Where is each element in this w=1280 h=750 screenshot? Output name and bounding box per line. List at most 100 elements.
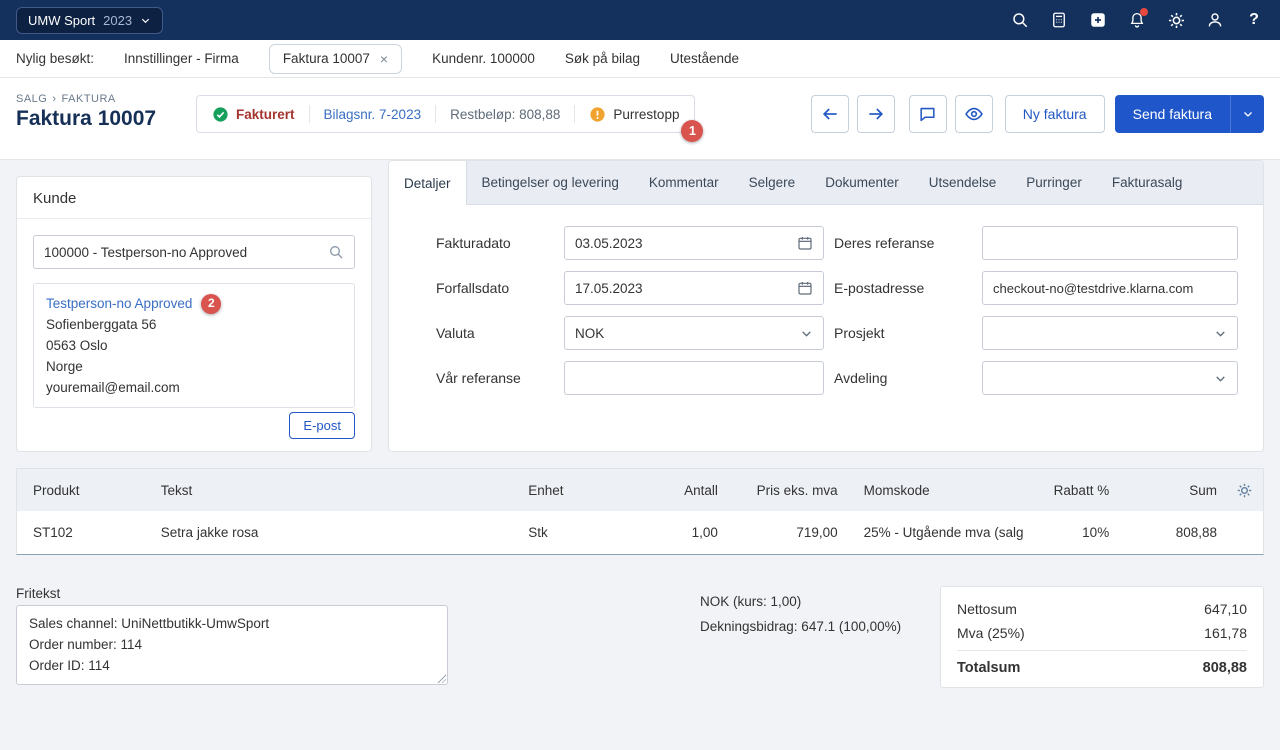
mva-row: Mva (25%) 161,78 bbox=[957, 621, 1247, 645]
previous-invoice-button[interactable] bbox=[811, 95, 849, 133]
totalsum-label: Totalsum bbox=[957, 660, 1020, 676]
tab-selgere[interactable]: Selgere bbox=[734, 161, 811, 204]
divider bbox=[435, 105, 436, 123]
comments-button[interactable] bbox=[909, 95, 947, 133]
calendar-icon[interactable] bbox=[797, 235, 813, 251]
recently-visited-label: Nylig besøkt: bbox=[16, 51, 94, 66]
recent-item-innstillinger-firma[interactable]: Innstillinger - Firma bbox=[124, 51, 239, 66]
col-header-pris-eks-mva: Pris eks. mva bbox=[736, 483, 856, 498]
send-invoice-split-button: Send faktura bbox=[1115, 95, 1264, 133]
tab-betingelser-og-levering[interactable]: Betingelser og levering bbox=[467, 161, 634, 204]
recent-item-utestaende[interactable]: Utestående bbox=[670, 51, 739, 66]
send-invoice-dropdown-button[interactable] bbox=[1230, 95, 1264, 133]
customer-search-input[interactable]: 100000 - Testperson-no Approved bbox=[33, 235, 355, 269]
customer-card: Kunde 100000 - Testperson-no Approved Te… bbox=[16, 176, 372, 452]
fiscal-year: 2023 bbox=[103, 13, 132, 28]
send-invoice-button[interactable]: Send faktura bbox=[1115, 95, 1230, 133]
help-icon[interactable]: ? bbox=[1244, 10, 1264, 30]
breadcrumb-salg[interactable]: SALG bbox=[16, 93, 47, 105]
email-button[interactable]: E-post bbox=[289, 412, 355, 439]
fritekst-label: Fritekst bbox=[16, 586, 60, 601]
warning-circle-icon bbox=[589, 106, 606, 123]
col-header-rabatt: Rabatt % bbox=[1035, 483, 1135, 498]
cell-enhet[interactable]: Stk bbox=[496, 525, 646, 540]
breadcrumb: SALG›FAKTURA bbox=[16, 93, 116, 105]
prosjekt-select[interactable] bbox=[982, 316, 1238, 350]
preview-button[interactable] bbox=[955, 95, 993, 133]
fakturadato-input[interactable]: 03.05.2023 bbox=[564, 226, 824, 260]
epostadresse-input[interactable]: checkout-no@testdrive.klarna.com bbox=[982, 271, 1238, 305]
cell-produkt[interactable]: ST102 bbox=[17, 525, 145, 540]
col-header-sum: Sum bbox=[1135, 483, 1225, 498]
currency-info: NOK (kurs: 1,00) Dekningsbidrag: 647.1 (… bbox=[700, 589, 901, 639]
tab-kommentar[interactable]: Kommentar bbox=[634, 161, 734, 204]
avdeling-select[interactable] bbox=[982, 361, 1238, 395]
valuta-select[interactable]: NOK bbox=[564, 316, 824, 350]
customer-address-line2: 0563 Oslo bbox=[46, 338, 108, 353]
epostadresse-label: E-postadresse bbox=[834, 280, 982, 296]
cell-rabatt[interactable]: 10% bbox=[1035, 525, 1135, 540]
prosjekt-label: Prosjekt bbox=[834, 325, 982, 341]
breadcrumb-faktura[interactable]: FAKTURA bbox=[62, 93, 116, 105]
tab-purringer[interactable]: Purringer bbox=[1011, 161, 1097, 204]
invoice-lines-table: Produkt Tekst Enhet Antall Pris eks. mva… bbox=[16, 468, 1264, 555]
cell-pris-eks-mva[interactable]: 719,00 bbox=[736, 525, 856, 540]
tab-dokumenter[interactable]: Dokumenter bbox=[810, 161, 914, 204]
nettosum-value: 647,10 bbox=[1204, 601, 1247, 617]
search-icon[interactable] bbox=[328, 244, 344, 260]
calendar-icon[interactable] bbox=[797, 280, 813, 296]
top-navigation-bar: UMW Sport 2023 ? bbox=[0, 0, 1280, 40]
fritekst-textarea[interactable]: Sales channel: UniNettbutikk-UmwSport Or… bbox=[16, 605, 448, 685]
arrow-left-icon bbox=[820, 104, 840, 124]
cell-antall[interactable]: 1,00 bbox=[646, 525, 736, 540]
totalsum-row: Totalsum 808,88 bbox=[957, 650, 1247, 680]
next-invoice-button[interactable] bbox=[857, 95, 895, 133]
tab-fakturasalg[interactable]: Fakturasalg bbox=[1097, 161, 1198, 204]
recent-tab-faktura-10007[interactable]: Faktura 10007 × bbox=[269, 44, 402, 74]
divider bbox=[574, 105, 575, 123]
var-referanse-input[interactable] bbox=[564, 361, 824, 395]
arrow-right-icon bbox=[866, 104, 886, 124]
cell-sum[interactable]: 808,88 bbox=[1135, 525, 1225, 540]
company-name: UMW Sport bbox=[28, 13, 95, 28]
status-invoiced: Fakturert bbox=[212, 106, 295, 123]
cell-momskode[interactable]: 25% - Utgående mva (salg bbox=[856, 525, 1036, 540]
customer-card-title: Kunde bbox=[17, 177, 371, 219]
valuta-label: Valuta bbox=[436, 325, 564, 341]
new-invoice-button[interactable]: Ny faktura bbox=[1005, 95, 1105, 133]
voucher-number-link[interactable]: Bilagsnr. 7-2023 bbox=[324, 107, 422, 122]
customer-details-box: Testperson-no Approved 2 Sofienberggata … bbox=[33, 283, 355, 408]
currency-rate-line: NOK (kurs: 1,00) bbox=[700, 589, 901, 614]
invoice-page-header: SALG›FAKTURA Faktura 10007 Fakturert Bil… bbox=[0, 78, 1280, 160]
tab-detaljer[interactable]: Detaljer bbox=[389, 161, 467, 205]
customer-name-link[interactable]: Testperson-no Approved 2 bbox=[46, 293, 221, 314]
invoice-details-card: Detaljer Betingelser og levering Komment… bbox=[388, 160, 1264, 452]
remaining-amount: Restbeløp: 808,88 bbox=[450, 107, 560, 122]
close-tab-icon[interactable]: × bbox=[380, 51, 388, 67]
recent-item-kundenr-100000[interactable]: Kundenr. 100000 bbox=[432, 51, 535, 66]
tab-utsendelse[interactable]: Utsendelse bbox=[914, 161, 1012, 204]
fakturadato-label: Fakturadato bbox=[436, 235, 564, 251]
forfallsdato-input[interactable]: 17.05.2023 bbox=[564, 271, 824, 305]
recent-tab-label: Faktura 10007 bbox=[283, 51, 370, 66]
annotation-badge-1: 1 bbox=[681, 120, 703, 142]
col-header-momskode: Momskode bbox=[856, 483, 1036, 498]
customer-search-value: 100000 - Testperson-no Approved bbox=[44, 245, 247, 260]
notifications-bell-icon[interactable] bbox=[1127, 10, 1147, 30]
search-icon[interactable] bbox=[1010, 10, 1030, 30]
totals-card: Nettosum 647,10 Mva (25%) 161,78 Totalsu… bbox=[940, 586, 1264, 688]
invoice-actions: Ny faktura Send faktura bbox=[811, 95, 1264, 133]
column-settings-button[interactable] bbox=[1225, 482, 1263, 499]
add-new-icon[interactable] bbox=[1088, 10, 1108, 30]
recent-item-sok-pa-bilag[interactable]: Søk på bilag bbox=[565, 51, 640, 66]
settings-gear-icon[interactable] bbox=[1166, 10, 1186, 30]
check-circle-icon bbox=[212, 106, 229, 123]
company-picker[interactable]: UMW Sport 2023 bbox=[16, 7, 163, 34]
deres-referanse-input[interactable] bbox=[982, 226, 1238, 260]
calculator-icon[interactable] bbox=[1049, 10, 1069, 30]
page-title: Faktura 10007 bbox=[16, 107, 156, 131]
user-profile-icon[interactable] bbox=[1205, 10, 1225, 30]
cell-tekst[interactable]: Setra jakke rosa bbox=[145, 525, 496, 540]
table-row[interactable]: ST102 Setra jakke rosa Stk 1,00 719,00 2… bbox=[17, 511, 1263, 554]
eye-icon bbox=[964, 104, 984, 124]
